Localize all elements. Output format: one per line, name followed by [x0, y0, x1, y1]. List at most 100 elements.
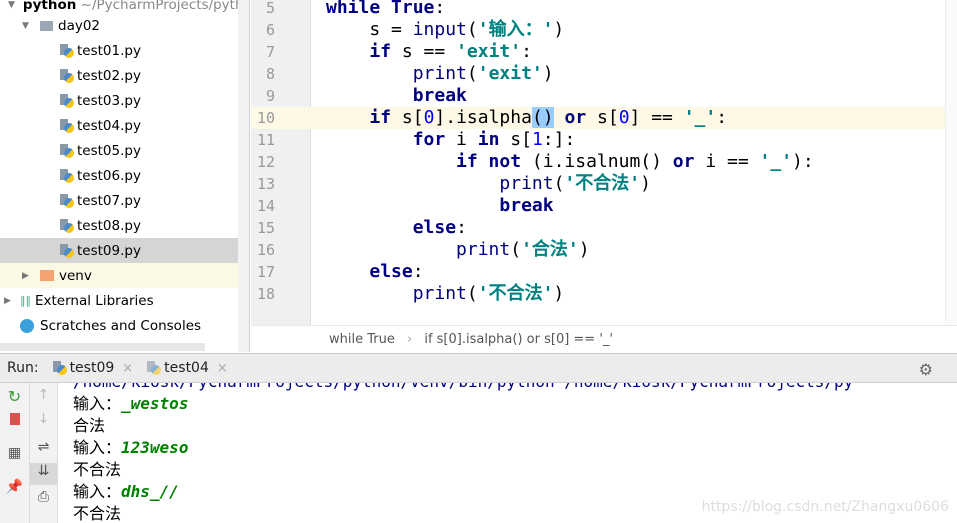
code-token: if: [369, 41, 392, 62]
close-icon[interactable]: ×: [122, 361, 133, 376]
code-line: if s[0].isalpha() or s[0] == '_':: [311, 107, 945, 129]
code-line: if not (i.isalnum() or i == '_'):: [311, 151, 945, 173]
breadcrumb-item[interactable]: if s[0].isalpha() or s[0] == '_': [424, 332, 613, 347]
console-command: /home/kiosk/PycharmProjects/python/venv/…: [73, 383, 957, 393]
console-output[interactable]: /home/kiosk/PycharmProjects/python/venv/…: [58, 383, 957, 523]
code-token: :: [412, 261, 424, 282]
sidebar-scrollbar[interactable]: [238, 0, 249, 352]
user-input-text: dhs_//: [121, 482, 179, 501]
tree-file[interactable]: test07.py: [0, 188, 238, 213]
arrow-down-icon[interactable]: ↓: [30, 411, 57, 427]
line-number: 10: [256, 109, 275, 127]
code-token: ): [640, 173, 651, 194]
prompt-text: 输入：: [73, 438, 122, 457]
code-token: else: [369, 261, 413, 282]
code-editor[interactable]: while True: s = input('输入：') if s == 'ex…: [311, 0, 945, 325]
prompt-text: 输入：: [73, 394, 122, 413]
code-line: else:: [311, 217, 945, 239]
code-line: break: [311, 85, 945, 107]
code-token: 0: [618, 107, 630, 128]
editor-gutter: 5 6 7 8 9 10 11 12 13 14 15 16 17 18: [251, 0, 324, 325]
code-line: print('合法'): [311, 239, 945, 261]
tab-test09[interactable]: test09 ×: [52, 360, 133, 376]
breadcrumb-item[interactable]: while True: [329, 332, 395, 347]
console-line: 不合法: [73, 460, 122, 479]
line-number: 12: [256, 153, 275, 171]
project-path: ~/PycharmProjects/python: [80, 0, 250, 13]
tree-file[interactable]: test01.py: [0, 38, 238, 63]
code-token: or: [564, 107, 587, 128]
tree-file[interactable]: test05.py: [0, 138, 238, 163]
console-line: 输入：_westos: [73, 393, 957, 415]
code-token: input: [412, 19, 467, 40]
code-token: s[: [586, 107, 619, 128]
code-line: s = input('输入：'): [311, 19, 945, 41]
tree-label: Scratches and Consoles: [40, 317, 202, 334]
tree-file[interactable]: test06.py: [0, 163, 238, 188]
python-icon: [147, 361, 162, 375]
folder-label: day02: [58, 17, 101, 34]
tree-file[interactable]: test03.py: [0, 88, 238, 113]
line-number: 7: [265, 43, 275, 61]
editor-scrollbar[interactable]: [945, 0, 957, 325]
code-token: '不合法': [564, 173, 641, 194]
code-line: print('不合法'): [311, 173, 945, 195]
code-token: (: [466, 283, 478, 304]
close-icon[interactable]: ×: [217, 361, 228, 376]
tab-label: test09: [69, 360, 115, 376]
print-icon[interactable]: ⎙: [30, 489, 57, 505]
line-number: 13: [256, 175, 275, 193]
stop-icon[interactable]: [0, 413, 29, 429]
code-token: or: [672, 151, 695, 172]
code-token: s[: [391, 107, 424, 128]
code-token: if: [369, 107, 392, 128]
tree-folder-venv[interactable]: ▶ venv: [0, 263, 249, 288]
tree-file[interactable]: test04.py: [0, 113, 238, 138]
code-token: 0: [423, 107, 435, 128]
code-token: 'exit': [477, 63, 543, 84]
code-token: (: [553, 173, 565, 194]
arrow-up-icon[interactable]: ↑: [30, 387, 57, 403]
line-number: 6: [265, 21, 275, 39]
folder-icon: [40, 20, 53, 31]
tree-file[interactable]: test02.py: [0, 63, 238, 88]
tree-scratches[interactable]: Scratches and Consoles: [0, 313, 238, 338]
code-token: ): [578, 239, 590, 260]
code-token: :: [456, 217, 467, 238]
user-input-text: _westos: [121, 394, 189, 413]
console-side-toolbar: ↑ ↓ ⇌ ⇊ ⎙: [30, 383, 58, 523]
user-input-text: 123weso: [121, 438, 189, 457]
run-side-toolbar: ↻ ▦ 📌: [0, 383, 30, 523]
expand-arrow-icon[interactable]: ▶: [22, 271, 34, 281]
python-icon: [52, 361, 67, 375]
line-number: 8: [265, 65, 275, 83]
code-token: '_': [683, 107, 717, 128]
code-token: while: [326, 0, 392, 18]
tree-external-libraries[interactable]: ▶ ‖‖ External Libraries: [0, 288, 238, 313]
tab-test04[interactable]: test04 ×: [147, 360, 228, 376]
tree-file[interactable]: test09.py: [0, 238, 238, 263]
code-line: print('exit'): [311, 63, 945, 85]
soft-wrap-icon[interactable]: ⇌: [30, 439, 57, 455]
rerun-icon[interactable]: ↻: [0, 387, 29, 406]
sidebar-horizontal-scrollbar[interactable]: [0, 343, 205, 351]
code-line: break: [311, 195, 945, 217]
layout-icon[interactable]: ▦: [0, 445, 29, 461]
file-label: test01.py: [77, 42, 141, 59]
expand-arrow-icon[interactable]: ▼: [22, 21, 34, 31]
file-label: test03.py: [77, 92, 141, 109]
scroll-to-end-icon[interactable]: ⇊: [30, 463, 57, 485]
gear-icon[interactable]: ⚙: [919, 360, 933, 379]
pin-icon[interactable]: 📌: [0, 479, 29, 495]
expand-arrow-icon[interactable]: ▶: [4, 296, 16, 306]
tree-folder-day02[interactable]: ▼ day02: [0, 13, 238, 38]
tree-file[interactable]: test08.py: [0, 213, 238, 238]
